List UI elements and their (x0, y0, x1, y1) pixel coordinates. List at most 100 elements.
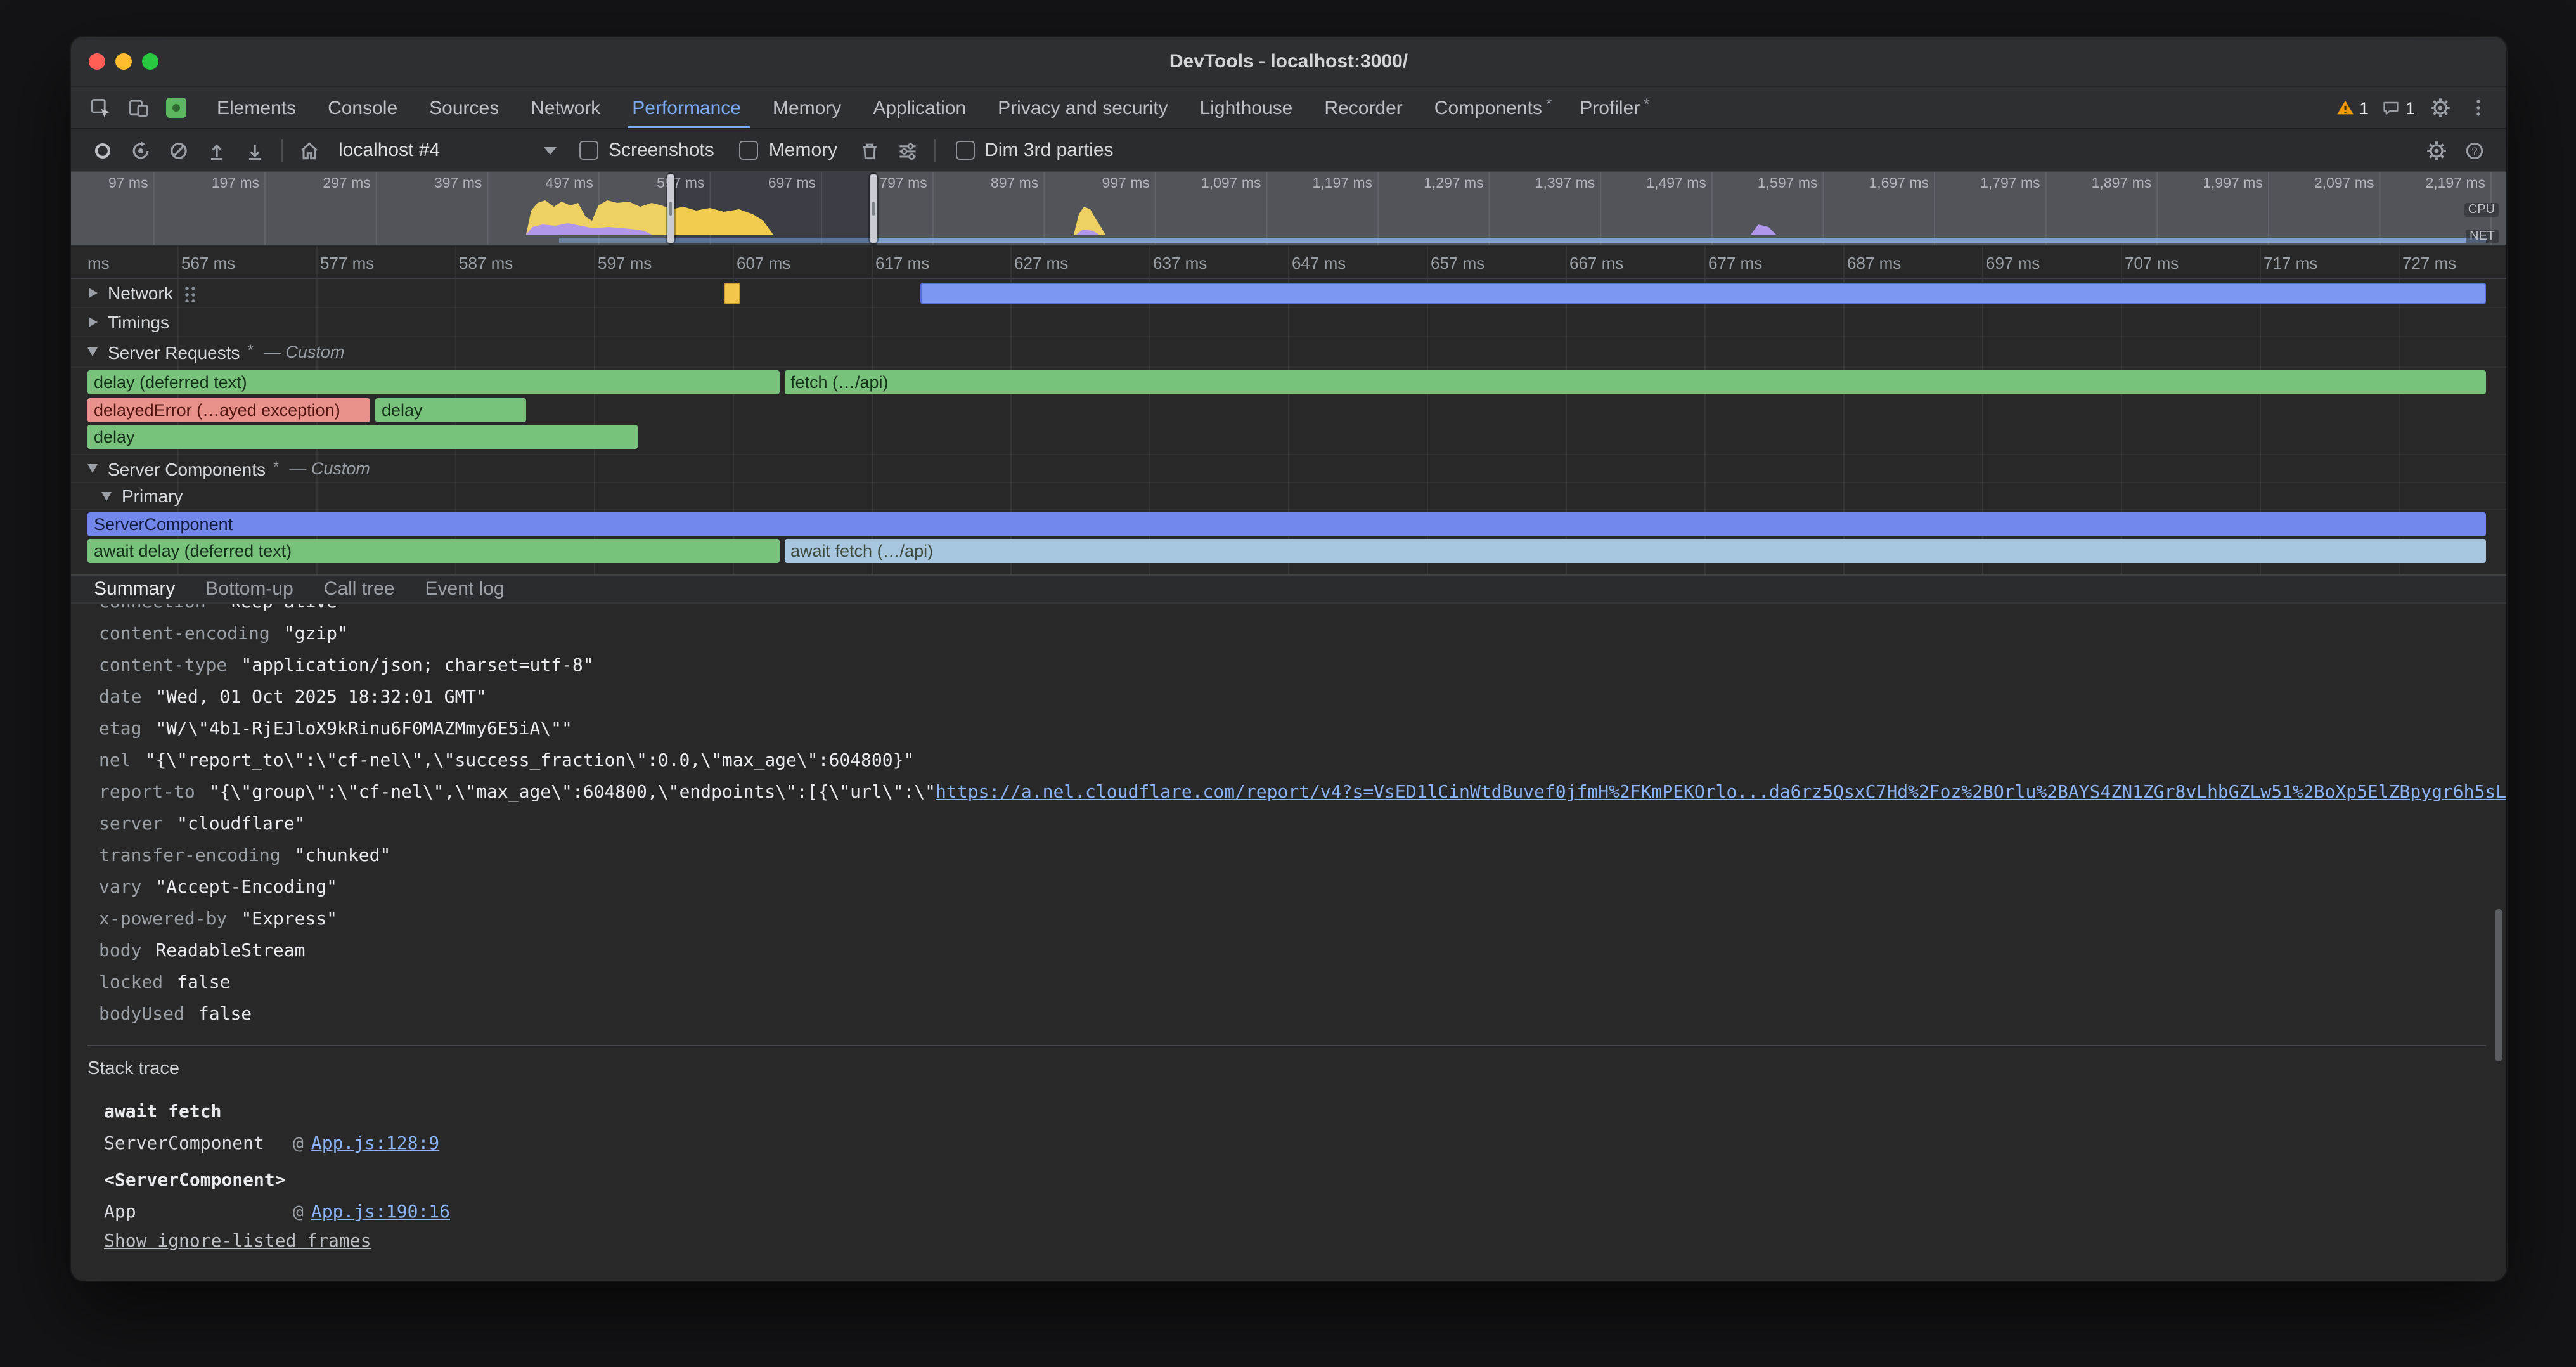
event-bar-delayed-error[interactable]: delayedError (…ayed exception) (87, 398, 370, 422)
track-primary-header[interactable]: Primary (71, 483, 2506, 510)
expanded-twisty-icon[interactable] (87, 464, 98, 473)
event-bar-server-component[interactable]: ServerComponent (87, 512, 2486, 536)
panel-tab[interactable]: Privacy and security (984, 87, 1185, 128)
record-and-reload-icon[interactable] (122, 133, 160, 168)
header-row: content-type"application/json; charset=u… (71, 651, 2506, 682)
drag-handle-icon[interactable] (184, 285, 197, 301)
drawer-tab[interactable]: Call tree (309, 576, 410, 602)
expanded-twisty-icon[interactable] (101, 491, 112, 500)
panel-tab[interactable]: Profiler* (1566, 87, 1663, 128)
panel-tab[interactable]: Sources (415, 87, 517, 128)
tune-icon[interactable] (888, 133, 926, 168)
checkbox-box (955, 141, 974, 160)
selection-handle-right[interactable] (870, 174, 878, 243)
drawer-tab[interactable]: Bottom-up (190, 576, 308, 602)
network-request-bar[interactable] (920, 283, 2486, 304)
event-bar-await-delay[interactable]: await delay (deferred text) (87, 538, 780, 562)
header-value: "Accept-Encoding" (155, 878, 337, 898)
header-value: "Express" (241, 909, 337, 930)
panel-tab[interactable]: Application (859, 87, 984, 128)
event-bar-delay[interactable]: delay (375, 398, 526, 422)
drawer-tab[interactable]: Event log (410, 576, 520, 602)
show-ignore-listed-frames-link[interactable]: Show ignore-listed frames (104, 1231, 371, 1252)
time-ruler: ms 567 ms577 ms587 ms597 ms607 ms617 ms6… (71, 246, 2506, 279)
panel-tab[interactable]: Console (314, 87, 415, 128)
ruler-time-label: 607 ms (737, 254, 875, 273)
track-server-requests-header[interactable]: Server Requests * — Custom (71, 337, 2506, 368)
screenshots-checkbox[interactable]: Screenshots (579, 139, 714, 161)
device-toolbar-icon[interactable] (119, 87, 157, 128)
event-bar-await-fetch[interactable]: await fetch (…/api) (784, 538, 2486, 562)
minimize-button[interactable] (115, 53, 132, 70)
header-value: "chunked" (295, 846, 391, 866)
issues-count: 1 (2359, 98, 2369, 117)
network-request-bar[interactable] (723, 283, 740, 304)
scrollbar-thumb[interactable] (2495, 909, 2502, 1061)
issues-badge[interactable]: 1 (2330, 98, 2374, 118)
divider (87, 1045, 2486, 1046)
window-title: DevTools - localhost:3000/ (71, 51, 2506, 72)
report-url-link[interactable]: https://a.nel.cloudflare.com/report/v4?s… (936, 782, 2506, 803)
collapsed-twisty-icon[interactable] (89, 317, 98, 327)
capture-settings-gear-icon[interactable] (2418, 133, 2456, 168)
separator (934, 139, 935, 162)
header-key: transfer-encoding (99, 846, 281, 866)
ruler-time-label: 677 ms (1708, 254, 1847, 273)
event-bar-delay[interactable]: delay (87, 424, 638, 448)
close-button[interactable] (89, 53, 105, 70)
messages-badge[interactable]: 1 (2376, 98, 2420, 118)
clear-icon[interactable] (160, 133, 198, 168)
header-row: vary"Accept-Encoding" (71, 872, 2506, 904)
timeline-overview[interactable]: 97 ms197 ms297 ms397 ms497 ms597 ms697 m… (71, 172, 2506, 246)
help-icon[interactable]: ? (2456, 133, 2494, 168)
load-profile-icon[interactable] (198, 133, 236, 168)
live-metrics-home-icon[interactable] (290, 133, 328, 168)
stack-trace-heading: Stack trace (71, 1054, 2506, 1085)
track-network[interactable]: Network (71, 279, 2506, 308)
capture-settings-group: ? (2418, 133, 2494, 168)
zoom-button[interactable] (142, 53, 158, 70)
titlebar: DevTools - localhost:3000/ (71, 37, 2506, 87)
panel-tab[interactable]: Elements (203, 87, 314, 128)
stack-frame-location-link[interactable]: App.js:190:16 (311, 1202, 450, 1222)
track-timings[interactable]: Timings (71, 308, 2506, 337)
desktop: DevTools - localhost:3000/ ElementsConso… (0, 0, 2576, 1367)
panel-tab[interactable]: Memory (759, 87, 859, 128)
memory-checkbox[interactable]: Memory (740, 139, 837, 161)
header-value: "application/json; charset=utf-8" (241, 656, 593, 676)
event-bar-fetch-api[interactable]: fetch (…/api) (784, 370, 2486, 394)
panel-tab[interactable]: Recorder (1310, 87, 1420, 128)
header-row: bodyUsedfalse (71, 999, 2506, 1031)
react-devtools-icon[interactable] (157, 87, 195, 128)
header-value: false (198, 1004, 252, 1025)
kebab-menu-icon[interactable] (2461, 90, 2496, 126)
drawer-tab[interactable]: Summary (79, 576, 190, 602)
settings-gear-icon[interactable] (2423, 90, 2458, 126)
selection-handle-left[interactable] (666, 174, 674, 243)
header-value: "cloudflare" (177, 814, 305, 834)
record-icon[interactable] (84, 133, 122, 168)
extension-badge-icon: * (1546, 95, 1552, 113)
stack-frame-title: <ServerComponent> (71, 1165, 2506, 1197)
stack-frame-function: App (104, 1197, 293, 1229)
svg-text:?: ? (2471, 145, 2477, 157)
panel-tab[interactable]: Performance (618, 87, 759, 128)
panel-tab[interactable]: Lighthouse (1186, 87, 1311, 128)
dim-3rd-parties-checkbox[interactable]: Dim 3rd parties (955, 139, 1113, 161)
expanded-twisty-icon[interactable] (87, 347, 98, 356)
event-bar-delay-deferred[interactable]: delay (deferred text) (87, 370, 780, 394)
collect-garbage-icon[interactable] (850, 133, 888, 168)
history-dropdown[interactable]: localhost #4 (328, 139, 567, 161)
ruler-time-label: 647 ms (1292, 254, 1431, 273)
save-profile-icon[interactable] (236, 133, 274, 168)
inspect-icon[interactable] (81, 87, 119, 128)
panel-tab[interactable]: Network (517, 87, 618, 128)
header-value: "W/\"4b1-RjEJloX9kRinu6F0MAZMmy6E5iA\"" (155, 719, 572, 739)
header-key: etag (99, 719, 141, 739)
collapsed-twisty-icon[interactable] (89, 288, 98, 298)
server-requests-row-2: delayedError (…ayed exception) delay (71, 396, 2506, 422)
track-server-components-header[interactable]: Server Components * — Custom (71, 455, 2506, 483)
track-spacer (71, 449, 2506, 455)
panel-tab[interactable]: Components* (1420, 87, 1566, 128)
stack-frame-location-link[interactable]: App.js:128:9 (311, 1134, 439, 1154)
